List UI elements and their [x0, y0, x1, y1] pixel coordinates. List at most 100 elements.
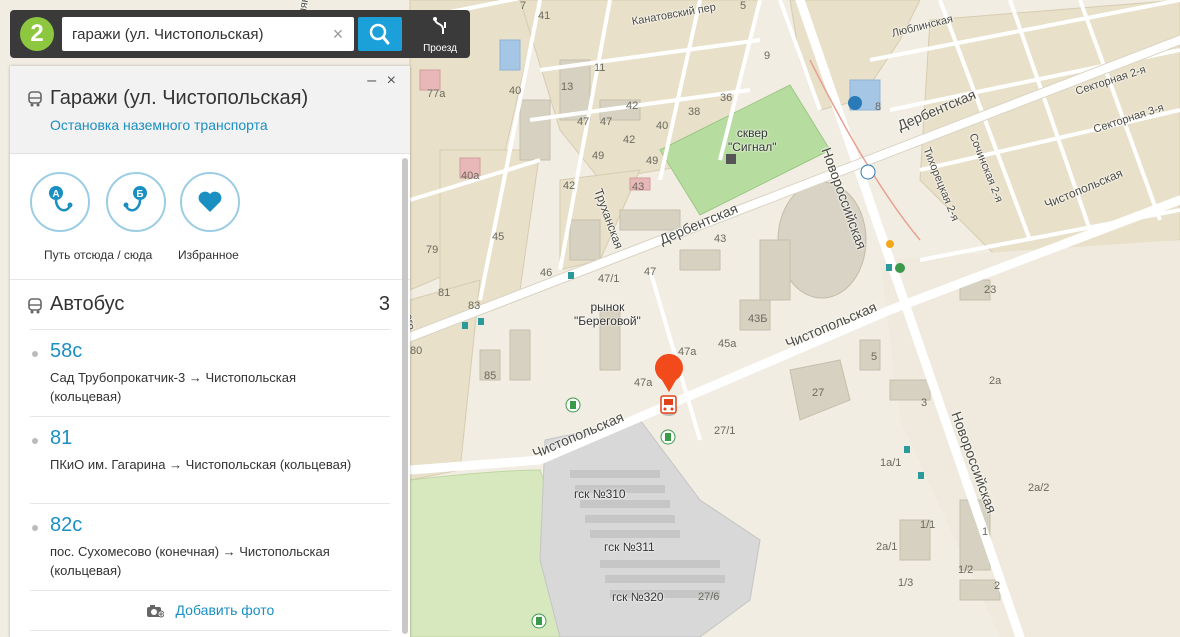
bus-route-count: 3: [378, 293, 390, 315]
route-button-label: Проезд: [423, 43, 457, 54]
favorite-action: [180, 172, 240, 232]
house-number: 11: [594, 62, 606, 74]
heart-icon: [198, 191, 222, 212]
house-number: 2а: [989, 375, 1002, 387]
park-label: сквер "Сигнал": [728, 126, 777, 154]
svg-text:А: А: [52, 189, 59, 200]
house-number: 43: [632, 181, 645, 193]
favorite-label: Избранное: [178, 248, 239, 262]
route-item[interactable]: 58с Сад Трубопрокатчик-3 → Чистопольская…: [30, 330, 390, 417]
house-number: 80: [410, 345, 423, 357]
stop-title: Гаражи (ул. Чистопольская): [50, 87, 309, 109]
garage-label-311: гск №311: [604, 540, 655, 554]
house-number: 43Б: [748, 313, 768, 325]
route-description: ПКиО им. Гагарина → Чистопольская (кольц…: [50, 457, 352, 472]
house-number: 7: [520, 0, 527, 12]
svg-text:Б: Б: [136, 189, 143, 200]
route-from-action: А: [30, 172, 90, 232]
house-number: 2: [994, 580, 1001, 592]
bus-section-title: Автобус: [50, 293, 125, 315]
garage-label-310: гск №310: [574, 487, 626, 501]
route-description: Сад Трубопрокатчик-3 → Чистопольская (ко…: [50, 370, 297, 404]
house-number: 77а: [427, 88, 446, 100]
house-number: 2а/2: [1028, 482, 1050, 494]
market-label: рынок "Береговой": [574, 300, 641, 328]
route-b-icon: Б: [123, 186, 147, 212]
house-number: 79: [426, 244, 439, 256]
bullet-icon: [32, 525, 38, 531]
house-number: 45а: [718, 338, 737, 350]
house-number: 47а: [634, 377, 653, 389]
house-number: 81: [438, 287, 451, 299]
garage-label-320: гск №320: [612, 590, 664, 604]
panel-scrollbar[interactable]: [402, 158, 408, 634]
route-to-action: Б: [106, 172, 166, 232]
clear-icon[interactable]: ×: [328, 24, 348, 44]
house-number: 1а/1: [880, 457, 902, 469]
stop-type-link[interactable]: Остановка наземного транспорта: [50, 117, 268, 133]
close-button[interactable]: ×: [387, 72, 396, 89]
route-number[interactable]: 81: [50, 427, 72, 450]
add-photo-button[interactable]: Добавить фото: [30, 591, 390, 631]
route-number[interactable]: 82с: [50, 514, 82, 537]
house-number: 47: [644, 266, 657, 278]
house-number: 47: [577, 116, 590, 128]
app-logo[interactable]: 2: [20, 17, 54, 51]
house-number: 49: [646, 155, 659, 167]
house-number: 27/6: [698, 591, 720, 603]
actions-row: А Б Путь отсюда / сюда Избранное: [10, 154, 410, 280]
house-number: 42: [563, 180, 576, 192]
route-description: пос. Сухомесово (конечная) → Чистопольск…: [50, 544, 330, 578]
house-number: 1/1: [920, 519, 936, 531]
house-number: 1/3: [898, 577, 914, 589]
bullet-icon: [32, 351, 38, 357]
route-ab-button[interactable]: А: [30, 172, 90, 232]
house-number: 40а: [461, 170, 480, 182]
house-number: 36: [720, 92, 733, 104]
house-number: 46: [540, 267, 553, 279]
search-input[interactable]: [62, 17, 322, 51]
route-item[interactable]: 82с пос. Сухомесово (конечная) → Чистопо…: [30, 504, 390, 591]
house-number: 23: [984, 284, 997, 296]
route-b-button[interactable]: Б: [106, 172, 166, 232]
house-number: 49: [592, 150, 605, 162]
house-number: 1/2: [958, 564, 974, 576]
minimize-button[interactable]: –: [367, 72, 376, 89]
bullet-icon: [32, 438, 38, 444]
house-number: 41: [538, 10, 551, 22]
add-photo-label: Добавить фото: [175, 602, 275, 618]
house-number: 38: [688, 106, 701, 118]
route-number[interactable]: 58с: [50, 340, 82, 363]
favorite-button[interactable]: [180, 172, 240, 232]
house-number: 2а/1: [876, 541, 898, 553]
camera-icon: [146, 605, 164, 618]
route-item[interactable]: 81 ПКиО им. Гагарина → Чистопольская (ко…: [30, 417, 390, 504]
bus-icon: [28, 91, 42, 107]
search-button[interactable]: [358, 17, 402, 51]
house-number: 43: [714, 233, 727, 245]
house-number: 47: [600, 116, 613, 128]
bus-section: Автобус 3 58с Сад Трубопрокатчик-3 → Чис…: [10, 280, 410, 631]
house-number: 40: [509, 85, 522, 97]
house-number: 5: [740, 0, 747, 12]
house-number: 42: [623, 134, 636, 146]
search-icon: [369, 23, 390, 45]
info-panel: – × Гаражи (ул. Чистопольская) Остановка…: [10, 66, 410, 637]
route-action-label: Путь отсюда / сюда: [44, 248, 153, 262]
search-bar: 2 × Проезд: [10, 10, 470, 58]
house-number: 47а: [678, 346, 697, 358]
house-number: 9: [764, 50, 771, 62]
house-number: 85: [484, 370, 497, 382]
house-number: 3: [921, 397, 928, 409]
panel-header: – × Гаражи (ул. Чистопольская) Остановка…: [10, 66, 410, 154]
house-number: 27: [812, 387, 825, 399]
house-number: 5: [871, 351, 878, 363]
house-number: 27/1: [714, 425, 736, 437]
house-number: 42: [626, 100, 639, 112]
route-a-icon: А: [49, 186, 73, 212]
house-number: 45: [492, 231, 505, 243]
house-number: 83: [468, 300, 481, 312]
route-button[interactable]: Проезд: [414, 12, 466, 56]
panel-controls: – ×: [361, 72, 396, 90]
bus-icon: [28, 298, 42, 314]
